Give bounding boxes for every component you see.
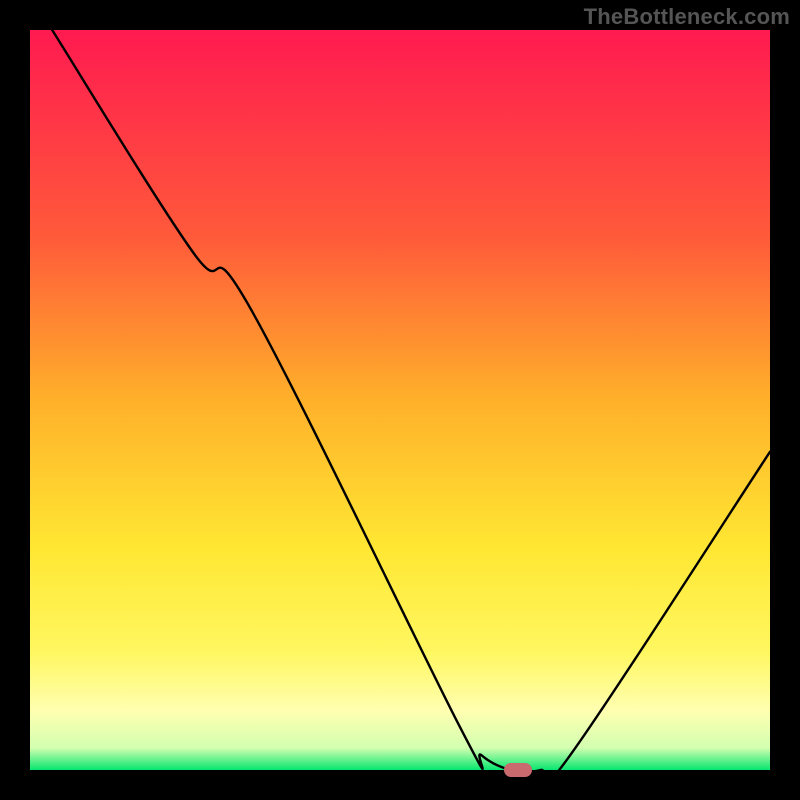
watermark-text: TheBottleneck.com: [584, 4, 790, 30]
optimum-marker: [504, 763, 532, 777]
plot-area: [30, 30, 770, 770]
gradient-background: [30, 30, 770, 770]
chart-stage: TheBottleneck.com: [0, 0, 800, 800]
bottleneck-curve-plot: [30, 30, 770, 770]
